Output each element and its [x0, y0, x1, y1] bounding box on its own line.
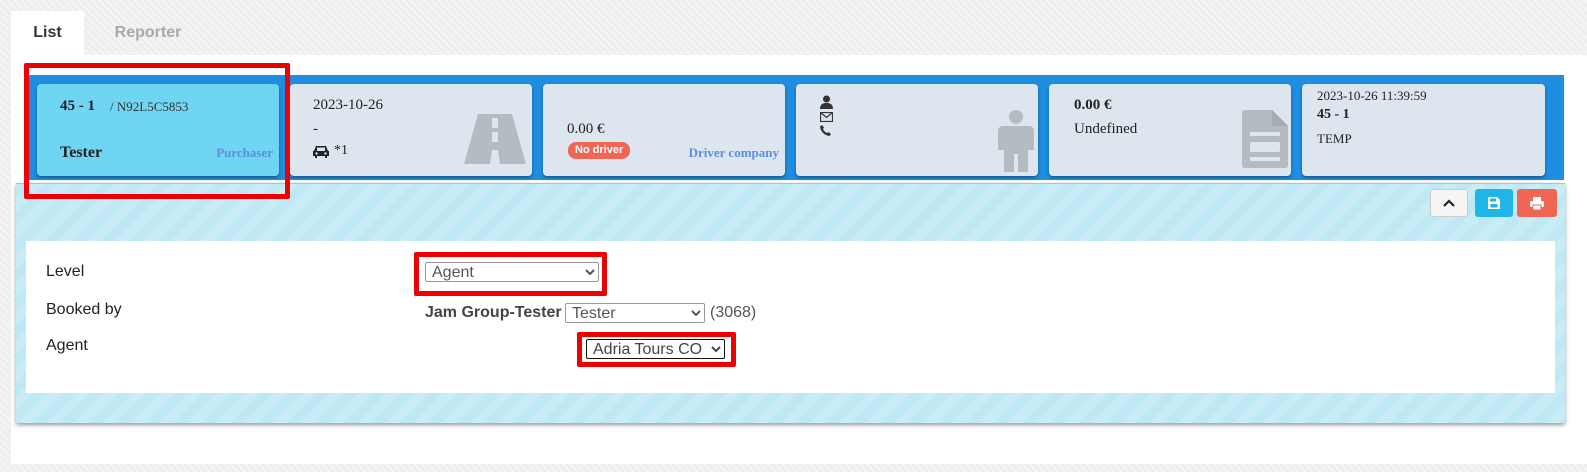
- save-button[interactable]: [1475, 189, 1513, 217]
- user-icon: [820, 95, 833, 109]
- driver-price: 0.00 €: [567, 121, 605, 137]
- invoice-status: Undefined: [1074, 121, 1138, 137]
- print-button[interactable]: [1517, 189, 1557, 217]
- meta-booking-id: 45 - 1: [1317, 107, 1350, 122]
- document-icon: [1242, 110, 1288, 168]
- route-dash: -: [313, 121, 318, 137]
- envelope-icon: [820, 112, 833, 122]
- level-select[interactable]: Agent: [425, 262, 599, 282]
- purchaser-role: Purchaser: [216, 145, 273, 160]
- created-timestamp: 2023-10-26 11:39:59: [1317, 88, 1427, 103]
- driver-company: Driver company: [688, 145, 779, 160]
- invoice-amount: 0.00 €: [1074, 97, 1112, 113]
- level-label: Level: [46, 263, 85, 280]
- booked-by-group: Jam Group-Tester: [425, 304, 562, 321]
- driver-card[interactable]: 0.00 € No driver Driver company: [543, 84, 785, 176]
- person-icon: [998, 110, 1034, 172]
- booking-id: 45 - 1: [60, 98, 95, 114]
- floppy-disk-icon: [1488, 197, 1500, 209]
- purchaser-name: Tester: [60, 144, 103, 161]
- collapse-button[interactable]: [1430, 189, 1468, 217]
- booking-meta-card[interactable]: 2023-10-26 11:39:59 45 - 1 TEMP: [1302, 84, 1545, 176]
- tab-reporter[interactable]: Reporter: [97, 11, 199, 56]
- booking-form: [26, 241, 1555, 393]
- phone-icon: [820, 125, 831, 136]
- booked-by-count: (3068): [710, 304, 757, 321]
- agent-select[interactable]: Adria Tours CO: [586, 339, 725, 359]
- booked-by-label: Booked by: [46, 301, 122, 318]
- booking-status: TEMP: [1317, 131, 1352, 146]
- route-date: 2023-10-26: [313, 97, 383, 113]
- route-card[interactable]: 2023-10-26 - *1: [290, 84, 532, 176]
- car-icon: [313, 146, 329, 158]
- purchaser-card[interactable]: 45 - 1 / N92L5C5853 Tester Purchaser: [37, 84, 279, 176]
- vehicle-count: *1: [334, 143, 348, 158]
- booking-code: / N92L5C5853: [110, 99, 189, 114]
- no-driver-badge: No driver: [568, 142, 631, 159]
- printer-icon: [1530, 196, 1544, 210]
- booked-by-select[interactable]: Tester: [565, 303, 705, 323]
- invoice-card[interactable]: 0.00 € Undefined: [1049, 84, 1291, 176]
- contact-card[interactable]: [796, 84, 1038, 176]
- chevron-up-icon: [1443, 199, 1455, 207]
- road-icon: [464, 114, 526, 164]
- agent-label: Agent: [46, 337, 88, 354]
- tab-list[interactable]: List: [11, 11, 84, 56]
